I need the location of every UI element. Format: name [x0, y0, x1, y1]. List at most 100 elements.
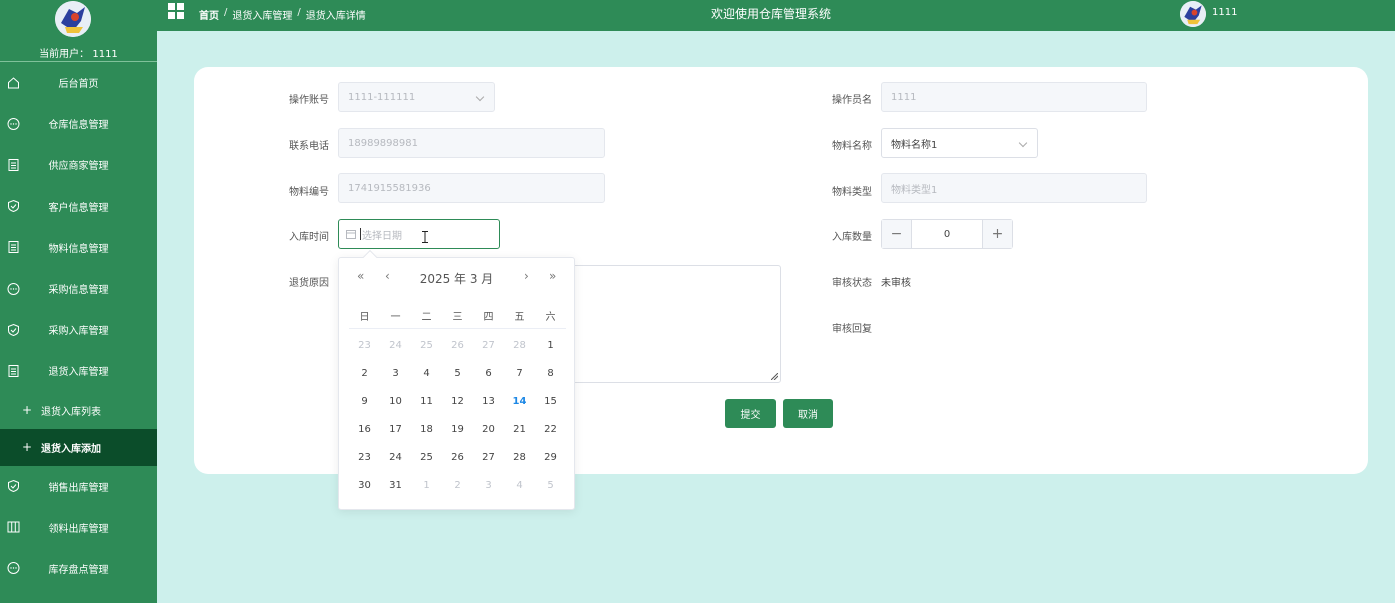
calendar-day[interactable]: 13	[473, 396, 504, 407]
calendar-day[interactable]: 26	[442, 340, 473, 351]
sidebar-subitem[interactable]: + 退货入库列表	[0, 392, 157, 429]
user-avatar[interactable]	[55, 1, 91, 37]
sidebar: 当前用户： 1111 后台首页 仓库信息管理 供应商家管理 客户信息管理 物料信息管理采…	[0, 0, 157, 603]
calendar-day[interactable]: 11	[411, 396, 442, 407]
calendar-day[interactable]: 6	[473, 368, 504, 379]
weekday-header: 日一二三四五六	[349, 308, 566, 323]
plus-icon: +	[22, 403, 33, 417]
material-type-input[interactable]: 物料类型1	[881, 173, 1147, 203]
audit-status-label: 审核状态	[832, 278, 872, 289]
calendar-day[interactable]: 12	[442, 396, 473, 407]
sidebar-item[interactable]: 领料出库管理	[0, 507, 157, 548]
chevron-down-icon	[1018, 138, 1028, 148]
calendar-day[interactable]: 29	[535, 452, 566, 463]
calendar-day[interactable]: 3	[473, 480, 504, 491]
calendar-week-row: 16 17 18 19 20 21 22	[349, 415, 566, 443]
sidebar-item[interactable]: 后台首页	[0, 62, 157, 103]
plus-icon: +	[22, 440, 33, 454]
calendar-day[interactable]: 2	[442, 480, 473, 491]
sidebar-item[interactable]: 客户信息管理	[0, 186, 157, 227]
calendar-day[interactable]: 1	[535, 340, 566, 351]
calendar-week-row: 23 24 25 26 27 28 29	[349, 443, 566, 471]
calendar-day[interactable]: 18	[411, 424, 442, 435]
calendar-day[interactable]: 1	[411, 480, 442, 491]
sidebar-item[interactable]: 库存盘点管理	[0, 548, 157, 589]
quantity-value[interactable]: 0	[912, 220, 982, 248]
sidebar-item[interactable]: 仓库信息管理	[0, 103, 157, 144]
calendar-day[interactable]: 4	[504, 480, 535, 491]
calendar-day[interactable]: 24	[380, 452, 411, 463]
calendar-day-today[interactable]: 14	[504, 396, 535, 407]
calendar-day[interactable]: 19	[442, 424, 473, 435]
calendar-day[interactable]: 25	[411, 340, 442, 351]
calendar-day[interactable]: 25	[411, 452, 442, 463]
calendar-day[interactable]: 5	[535, 480, 566, 491]
calendar-day[interactable]: 26	[442, 452, 473, 463]
sidebar-subitem-label: 退货入库添加	[41, 443, 101, 455]
calendar-day[interactable]: 3	[380, 368, 411, 379]
quantity-stepper[interactable]: − 0 +	[881, 219, 1013, 249]
decrement-button[interactable]: −	[882, 220, 912, 248]
top-avatar[interactable]	[1180, 1, 1206, 27]
sidebar-item[interactable]: 采购信息管理	[0, 268, 157, 309]
material-name-select[interactable]: 物料名称1	[881, 128, 1038, 158]
cancel-button[interactable]: 取消	[783, 399, 833, 428]
calendar-day[interactable]: 10	[380, 396, 411, 407]
submit-button[interactable]: 提交	[725, 399, 776, 428]
calendar-day[interactable]: 23	[349, 340, 380, 351]
sidebar-item[interactable]: 物料信息管理	[0, 227, 157, 268]
calendar-grid: 23 24 25 26 27 28 1 2 3 4 5 6 7 8 9 10 11 12 13 14 15 16 17 18 1…	[349, 331, 566, 499]
calendar-day[interactable]: 5	[442, 368, 473, 379]
sidebar-item-label: 后台首页	[58, 79, 99, 91]
operator-label: 操作员名	[832, 95, 872, 106]
calendar-day[interactable]: 9	[349, 396, 380, 407]
phone-input[interactable]: 18989898981	[338, 128, 605, 158]
calendar-day[interactable]: 31	[380, 480, 411, 491]
calendar-day[interactable]: 28	[504, 340, 535, 351]
calendar-day[interactable]: 7	[504, 368, 535, 379]
calendar-day[interactable]: 30	[349, 480, 380, 491]
calendar-day[interactable]: 21	[504, 424, 535, 435]
sidebar-item-label: 库存盘点管理	[48, 564, 109, 576]
calendar-day[interactable]: 8	[535, 368, 566, 379]
resize-handle-icon[interactable]	[771, 373, 778, 380]
calendar-day[interactable]: 17	[380, 424, 411, 435]
phone-value: 18989898981	[348, 137, 418, 149]
account-select[interactable]: 1111-111111	[338, 82, 495, 112]
sidebar-subitem-active[interactable]: + 退货入库添加	[0, 428, 157, 466]
calendar-day[interactable]: 20	[473, 424, 504, 435]
app-title: 欢迎使用仓库管理系统	[710, 7, 831, 21]
increment-button[interactable]: +	[982, 220, 1012, 248]
calendar-week-row: 2345678	[349, 359, 566, 387]
time-label: 入库时间	[289, 232, 329, 243]
calendar-day[interactable]: 2	[349, 368, 380, 379]
calendar-day[interactable]: 16	[349, 424, 380, 435]
sidebar-item-label: 仓库信息管理	[48, 120, 109, 132]
calendar-day[interactable]: 27	[473, 340, 504, 351]
picker-month-title[interactable]: 2025 年 3 月	[339, 270, 574, 287]
text-caret	[360, 228, 361, 240]
operator-input[interactable]: 1111	[881, 82, 1147, 112]
calendar-day[interactable]: 27	[473, 452, 504, 463]
sidebar-item[interactable]: 销售出库管理	[0, 466, 157, 507]
date-input[interactable]: 选择日期	[338, 219, 500, 249]
material-code-input[interactable]: 1741915581936	[338, 173, 605, 203]
sidebar-item[interactable]: 退货入库管理	[0, 350, 157, 391]
calendar-day[interactable]: 23	[349, 452, 380, 463]
top-username[interactable]: 1111	[1212, 7, 1237, 18]
calendar-day[interactable]: 4	[411, 368, 442, 379]
sidebar-item[interactable]: 供应商家管理	[0, 144, 157, 185]
sidebar-item-label: 物料信息管理	[48, 243, 109, 255]
weekday-label: 四	[483, 312, 494, 323]
calendar-day[interactable]: 28	[504, 452, 535, 463]
next-month-icon[interactable]: ›	[524, 269, 529, 283]
sidebar-item[interactable]: 采购入库管理	[0, 309, 157, 350]
sidebar-item-label: 采购信息管理	[48, 285, 109, 297]
weekday-label: 一	[390, 312, 401, 323]
calendar-day[interactable]: 15	[535, 396, 566, 407]
sidebar-item-label: 退货入库管理	[48, 367, 109, 379]
calendar-week-row: 30 31 1 2 3 4 5	[349, 471, 566, 499]
calendar-day[interactable]: 22	[535, 424, 566, 435]
next-year-icon[interactable]: »	[549, 269, 556, 283]
calendar-day[interactable]: 24	[380, 340, 411, 351]
